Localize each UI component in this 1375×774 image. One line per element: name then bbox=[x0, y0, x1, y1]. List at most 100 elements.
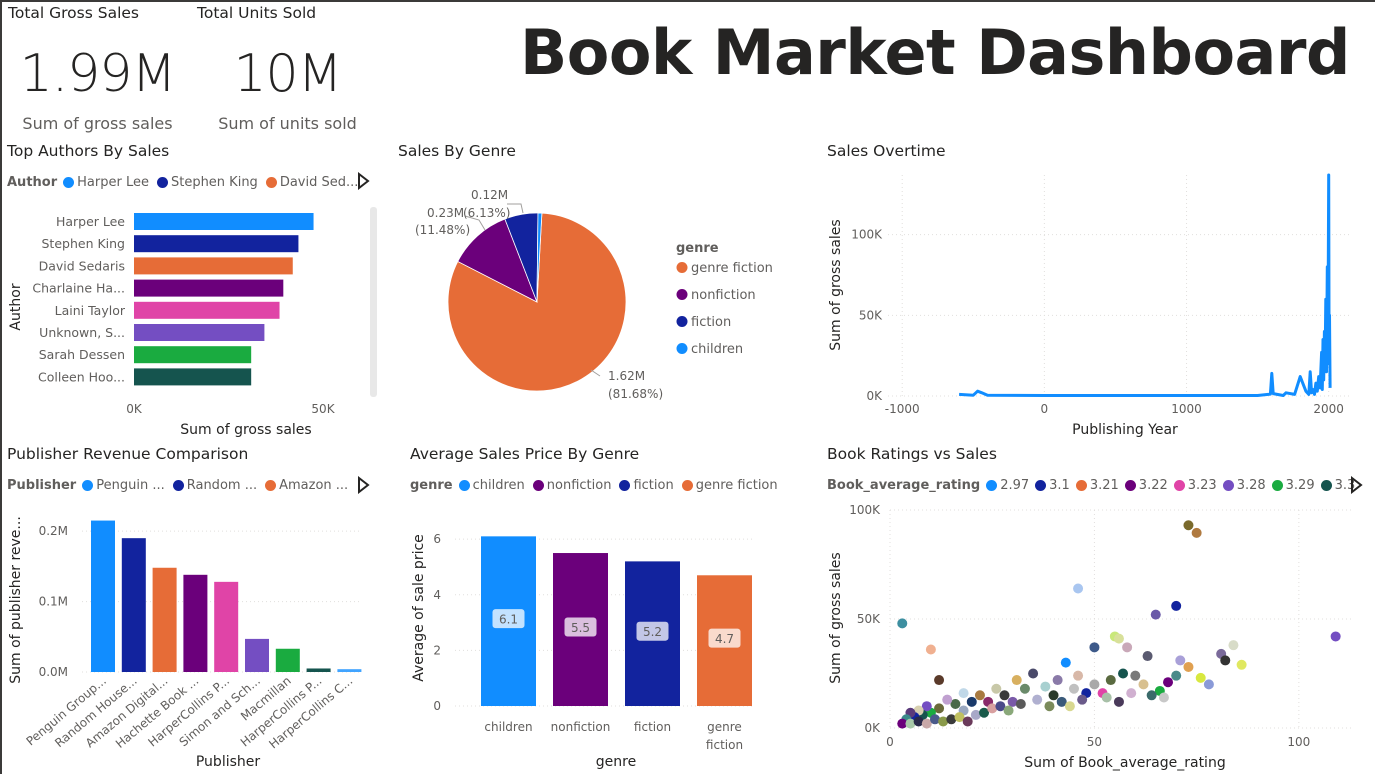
y-tick-label: 50K bbox=[857, 612, 881, 626]
top-authors-title: Top Authors By Sales bbox=[7, 142, 170, 160]
scatter-point bbox=[1146, 690, 1157, 701]
price-data-label: 5.2 bbox=[643, 625, 662, 639]
legend-next-arrow-icon[interactable] bbox=[357, 476, 371, 494]
author-tick-label: David Sedaris bbox=[39, 258, 125, 273]
legend-item[interactable]: Penguin ... bbox=[82, 478, 165, 493]
scatter-point bbox=[1068, 683, 1079, 694]
legend-item[interactable]: Stephen King bbox=[156, 175, 258, 190]
x-tick-label: 1000 bbox=[1171, 402, 1202, 416]
x-tick-label: 0 bbox=[886, 735, 894, 749]
legend-label: 3.23 bbox=[1187, 478, 1217, 493]
pie-percent-label: (11.48%) bbox=[415, 223, 470, 237]
author-bar bbox=[134, 301, 280, 319]
avg-price-title: Average Sales Price By Genre bbox=[410, 445, 640, 463]
legend-label: Penguin ... bbox=[96, 478, 165, 493]
legend-next-arrow-icon[interactable] bbox=[1350, 476, 1364, 494]
legend-label: nonfiction bbox=[546, 478, 612, 493]
pie-legend-label: fiction bbox=[691, 315, 731, 330]
legend-item[interactable]: David Sed... bbox=[265, 175, 358, 190]
kpi-gross-sales-subtitle: Sum of gross sales bbox=[22, 114, 173, 133]
legend-item[interactable]: children bbox=[458, 478, 525, 493]
y-tick-label: 50K bbox=[859, 308, 883, 322]
legend-next-arrow-icon[interactable] bbox=[357, 172, 371, 190]
publisher-bar bbox=[91, 520, 115, 672]
scatter-point bbox=[958, 688, 969, 699]
scatter-point bbox=[974, 690, 985, 701]
y-axis-title: Average of sale price bbox=[411, 534, 427, 682]
legend-item[interactable]: Amazon ... bbox=[265, 478, 348, 493]
scatter-point bbox=[1171, 670, 1182, 681]
scatter-point bbox=[1228, 640, 1239, 651]
pie-legend-dot-icon bbox=[676, 262, 688, 273]
author-tick-label: Colleen Hoo... bbox=[38, 369, 125, 384]
legend-item[interactable]: fiction bbox=[619, 478, 674, 493]
genre-tick-label: fiction bbox=[634, 720, 671, 734]
y-tick-label: 100K bbox=[851, 228, 883, 242]
publisher-bar bbox=[152, 567, 177, 672]
x-tick-label: 50 bbox=[1087, 735, 1102, 749]
y-tick-label: 0K bbox=[864, 721, 881, 735]
scatter-point bbox=[962, 716, 973, 727]
scatter-point bbox=[1163, 677, 1174, 688]
legend-dot-icon bbox=[1035, 480, 1047, 491]
legend-item[interactable]: 3.1 bbox=[1035, 478, 1070, 493]
publisher-bar bbox=[183, 574, 208, 672]
author-bar bbox=[134, 235, 299, 253]
dashboard-title: Book Market Dashboard bbox=[520, 16, 1350, 89]
scatter-point bbox=[1195, 672, 1206, 683]
pie-legend-title: genre bbox=[676, 241, 719, 256]
legend-dot-icon bbox=[265, 177, 277, 188]
legend-label: Harper Lee bbox=[77, 175, 149, 190]
legend-item[interactable]: nonfiction bbox=[532, 478, 612, 493]
scatter-point bbox=[1183, 661, 1194, 672]
legend-item[interactable]: 2.97 bbox=[986, 478, 1029, 493]
scatter-point bbox=[1175, 655, 1186, 666]
publisher-bar bbox=[337, 669, 362, 672]
scatter-point bbox=[1130, 670, 1141, 681]
scatter-point bbox=[1003, 705, 1014, 716]
legend-label: genre fiction bbox=[695, 478, 778, 493]
scatter-point bbox=[897, 618, 908, 629]
pie-legend-label: nonfiction bbox=[691, 288, 756, 303]
author-bar bbox=[134, 324, 265, 341]
legend-dot-icon bbox=[986, 480, 998, 491]
ratings-legend: Book_average_rating 2.97 3.1 3.21 3.22 3… bbox=[827, 478, 1355, 493]
x-tick-label: 0K bbox=[126, 402, 143, 416]
x-axis-title: Publisher bbox=[196, 754, 261, 770]
kpi-units-sold-title: Total Units Sold bbox=[197, 4, 317, 22]
legend-dot-icon bbox=[1075, 480, 1087, 491]
scatter-point bbox=[1330, 631, 1341, 642]
scrollbar-track bbox=[370, 207, 377, 397]
scatter-point bbox=[1073, 670, 1084, 681]
scatter-point bbox=[1105, 675, 1116, 686]
publisher-revenue-bar-chart: 0.0M0.1M0.2MPenguin Group...Random House… bbox=[8, 516, 362, 770]
scatter-point bbox=[925, 644, 936, 655]
author-bar bbox=[134, 257, 293, 275]
legend-item[interactable]: Harper Lee bbox=[63, 175, 149, 190]
author-bar bbox=[134, 213, 314, 230]
scatter-point bbox=[1142, 651, 1153, 662]
pie-data-label: 0.12M bbox=[471, 188, 508, 202]
y-tick-label: 0.1M bbox=[39, 595, 68, 609]
scatter-point bbox=[966, 696, 977, 707]
x-tick-label: 0 bbox=[1041, 402, 1049, 416]
y-tick-label: 2 bbox=[433, 643, 441, 657]
legend-item[interactable]: genre fiction bbox=[681, 478, 778, 493]
legend-item[interactable]: 3.23 bbox=[1173, 478, 1217, 493]
sales-overtime-title: Sales Overtime bbox=[827, 142, 946, 160]
legend-item[interactable]: 3.29 bbox=[1271, 478, 1315, 493]
kpi-gross-sales-title: Total Gross Sales bbox=[8, 4, 139, 22]
scatter-point bbox=[999, 690, 1010, 701]
legend-item[interactable]: Random ... bbox=[172, 478, 257, 493]
legend-item[interactable]: 3.21 bbox=[1075, 478, 1119, 493]
top-authors-bar-chart: Harper Lee Stephen King David Sedaris Charl… bbox=[8, 207, 377, 438]
scatter-point bbox=[934, 675, 945, 686]
pie-percent-label: (81.68%) bbox=[608, 387, 663, 401]
scatter-point bbox=[1073, 583, 1084, 594]
legend-item[interactable]: 3.22 bbox=[1124, 478, 1168, 493]
legend-label: Stephen King bbox=[170, 175, 258, 190]
genre-tick-label: nonfiction bbox=[551, 720, 611, 734]
legend-item[interactable]: 3.28 bbox=[1222, 478, 1266, 493]
x-axis-title: Sum of gross sales bbox=[180, 422, 311, 438]
scatter-point bbox=[1138, 679, 1149, 690]
